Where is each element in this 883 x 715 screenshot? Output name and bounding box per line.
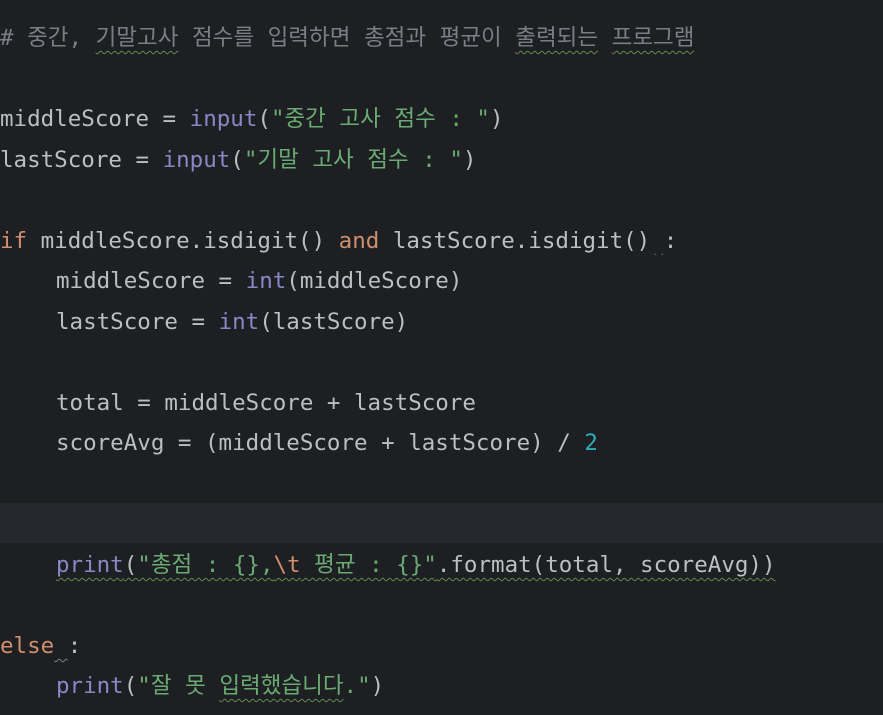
string-literal: ." bbox=[343, 673, 371, 699]
arguments: (lastScore) bbox=[259, 309, 409, 335]
keyword-else: else bbox=[0, 633, 55, 659]
comment-word: 출력되는 bbox=[515, 25, 599, 51]
comment-word: 입력하면 bbox=[267, 25, 351, 51]
builtin-function: int bbox=[245, 268, 287, 294]
colon: : bbox=[663, 228, 678, 254]
string-literal: 평균 : {}" bbox=[300, 552, 437, 578]
builtin-function: input bbox=[189, 106, 258, 132]
statement: scoreAvg = (middleScore + lastScore) / bbox=[56, 430, 585, 456]
number-literal: 2 bbox=[584, 430, 598, 456]
code-line-print-error[interactable]: print("잘 못 입력했습니다.") bbox=[0, 666, 883, 706]
code-line-middle-input[interactable]: middleScore = input("중간 고사 점수 : ") bbox=[0, 99, 883, 139]
comment-word: 평균이 bbox=[439, 25, 502, 51]
code-line-int-middle[interactable]: middleScore = int(middleScore) bbox=[0, 261, 883, 301]
code-line-avg[interactable]: scoreAvg = (middleScore + lastScore) / 2 bbox=[0, 423, 883, 463]
code-editor[interactable]: # 중간, 기말고사 점수를 입력하면 총점과 평균이 출력되는 프로그램 mi… bbox=[0, 0, 883, 715]
paren: ( bbox=[123, 552, 138, 578]
variable-name: middleScore bbox=[0, 106, 150, 132]
statement: total = middleScore + lastScore bbox=[56, 390, 476, 416]
code-line-last-input[interactable]: lastScore = input("기말 고사 점수 : ") bbox=[0, 140, 883, 180]
assignment: lastScore = bbox=[56, 309, 219, 335]
builtin-function: input bbox=[162, 147, 231, 173]
operator: = bbox=[149, 106, 190, 132]
method-call: .format(total, scoreAvg)) bbox=[436, 552, 776, 578]
whitespace-warning bbox=[54, 633, 68, 659]
operator: = bbox=[121, 147, 163, 173]
comment-prefix: # bbox=[0, 25, 28, 51]
string-literal: "총점 : {}, bbox=[137, 552, 274, 578]
builtin-function: int bbox=[218, 309, 260, 335]
paren: ) bbox=[489, 106, 504, 132]
variable-name: lastScore bbox=[0, 147, 122, 173]
code-line-else[interactable]: else : bbox=[0, 626, 883, 666]
colon: : bbox=[67, 633, 82, 659]
comment-word: 중간, bbox=[27, 25, 83, 51]
comment-word: 점수를 bbox=[191, 25, 255, 51]
string-literal: 입력했습니다 bbox=[219, 673, 344, 699]
code-line-if[interactable]: if middleScore.isdigit() and lastScore.i… bbox=[0, 221, 883, 261]
paren: ( bbox=[230, 147, 244, 173]
whitespace-warning bbox=[650, 228, 664, 254]
arguments: (middleScore) bbox=[286, 268, 463, 294]
paren: ( bbox=[257, 106, 271, 132]
condition: middleScore.isdigit() bbox=[27, 228, 339, 254]
builtin-function: print bbox=[56, 552, 124, 578]
string-literal: "기말 고사 점수 : " bbox=[243, 147, 463, 173]
assignment: middleScore = bbox=[56, 268, 246, 294]
code-line-total[interactable]: total = middleScore + lastScore bbox=[0, 383, 883, 423]
code-line-int-last[interactable]: lastScore = int(lastScore) bbox=[0, 302, 883, 342]
code-line-print-result[interactable]: print("총점 : {},\t 평균 : {}".format(total,… bbox=[0, 545, 883, 585]
paren: ) bbox=[462, 147, 477, 173]
comment-word: 총점과 bbox=[363, 25, 427, 51]
current-line-highlight[interactable] bbox=[0, 503, 883, 543]
comment-word: 프로그램 bbox=[611, 25, 695, 51]
escape-sequence: \t bbox=[273, 552, 301, 578]
comment-word: 기말고사 bbox=[95, 25, 179, 51]
string-literal: "중간 고사 점수 : " bbox=[270, 106, 490, 132]
paren: ( bbox=[123, 673, 138, 699]
condition: lastScore.isdigit() bbox=[379, 228, 651, 254]
keyword-if: if bbox=[0, 228, 28, 254]
string-literal: "잘 못 bbox=[137, 673, 220, 699]
paren: ) bbox=[370, 673, 385, 699]
builtin-function: print bbox=[56, 673, 124, 699]
keyword-and: and bbox=[338, 228, 380, 254]
code-line-comment[interactable]: # 중간, 기말고사 점수를 입력하면 총점과 평균이 출력되는 프로그램 bbox=[0, 18, 883, 58]
